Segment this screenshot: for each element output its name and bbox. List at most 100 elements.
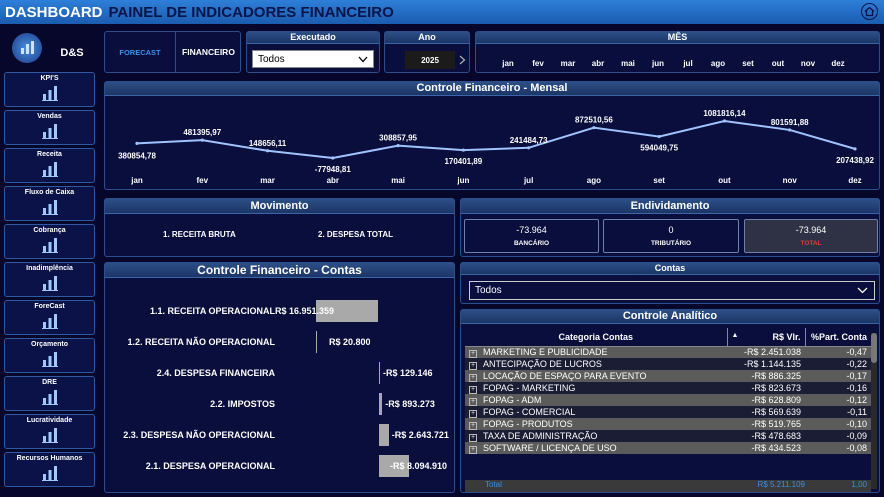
data-point[interactable]: [527, 146, 531, 150]
contas-chart-title: Controle Financeiro - Contas: [105, 263, 454, 278]
table-row[interactable]: + LOCAÇÃO DE ESPAÇO PARA EVENTO -R$ 886.32…: [465, 370, 871, 382]
sidebar-item-7[interactable]: Orçamento: [4, 338, 95, 373]
contas-filter-title: Contas: [461, 263, 879, 275]
bar[interactable]: [379, 362, 380, 384]
dre-icon: [41, 390, 58, 405]
analitico-table-wrap: Categoria Contas ▲ R$ Vlr. %Part. Conta +…: [465, 328, 871, 454]
month-dez[interactable]: dez: [823, 59, 853, 68]
categoria-cell: + FOPAG - MARKETING: [465, 382, 727, 394]
data-point[interactable]: [461, 148, 465, 152]
part-cell: -0,17: [846, 371, 867, 381]
month-set[interactable]: set: [733, 59, 763, 68]
chevron-right-icon[interactable]: [459, 55, 466, 65]
movimento-despesa-total[interactable]: 2. DESPESA TOTAL: [318, 230, 393, 239]
scrollbar-thumb[interactable]: [871, 333, 877, 363]
month-mar[interactable]: mar: [553, 59, 583, 68]
sidebar-item-10[interactable]: Recursos Humanos: [4, 452, 95, 487]
table-row[interactable]: + FOPAG - ADM -R$ 628.809 -0,12: [465, 394, 871, 406]
sidebar-item-6[interactable]: ForeCast: [4, 300, 95, 335]
data-point[interactable]: [396, 144, 400, 148]
sidebar-item-2[interactable]: Receita: [4, 148, 95, 183]
expand-icon[interactable]: +: [469, 397, 477, 406]
data-point[interactable]: [592, 126, 596, 130]
month-jan[interactable]: jan: [493, 59, 523, 68]
month-out[interactable]: out: [763, 59, 793, 68]
table-row[interactable]: + TAXA DE ADMINISTRAÇÃO -R$ 478.683 -0,09: [465, 430, 871, 442]
table-row[interactable]: + ANTECIPAÇÃO DE LUCROS -R$ 1.144.135 -0,22: [465, 358, 871, 370]
sidebar-item-label: Inadimplência: [26, 265, 73, 272]
data-point[interactable]: [200, 138, 204, 142]
month-jun[interactable]: jun: [643, 59, 673, 68]
cash-flow-icon: [41, 200, 58, 215]
expand-icon[interactable]: +: [469, 433, 477, 442]
tab-forecast[interactable]: FORECAST: [105, 32, 175, 72]
home-icon[interactable]: [861, 3, 878, 20]
sidebar-item-1[interactable]: Vendas: [4, 110, 95, 145]
x-tick-label: ago: [587, 176, 601, 185]
month-jul[interactable]: jul: [673, 59, 703, 68]
month-ago[interactable]: ago: [703, 59, 733, 68]
table-row[interactable]: + MARKETING E PUBLICIDADE -R$ 2.451.038 -0,…: [465, 346, 871, 358]
sidebar-item-3[interactable]: Fluxo de Caixa: [4, 186, 95, 221]
total-label-cell: Total: [485, 480, 502, 489]
bar-category-label: 1.2. RECEITA NÃO OPERACIONAL: [127, 337, 275, 347]
sidebar-item-5[interactable]: Inadimplência: [4, 262, 95, 297]
part-cell: -0,22: [846, 359, 867, 369]
data-point[interactable]: [788, 128, 792, 132]
table-row[interactable]: + FOPAG - PRODUTOS -R$ 519.765 -0,10: [465, 418, 871, 430]
bar[interactable]: [379, 424, 389, 446]
tab-financeiro[interactable]: FINANCEIRO: [175, 32, 241, 72]
sidebar-item-label: KPI'S: [40, 75, 59, 82]
col-valor[interactable]: ▲ R$ Vlr.: [726, 328, 805, 346]
expand-icon[interactable]: +: [469, 349, 477, 358]
data-point[interactable]: [135, 141, 139, 145]
contas-bar-chart: 1.1. RECEITA OPERACIONAL R$ 16.951.359 1.2…: [105, 300, 455, 490]
expand-icon[interactable]: +: [469, 445, 477, 454]
categoria-cell: + FOPAG - PRODUTOS: [465, 418, 727, 430]
part-cell: -0,16: [846, 383, 867, 393]
table-row[interactable]: + SOFTWARE / LICENÇA DE USO -R$ 434.523 -0,…: [465, 442, 871, 454]
col-part[interactable]: %Part. Conta: [804, 328, 871, 346]
data-point[interactable]: [331, 156, 335, 160]
categoria-cell: + FOPAG - ADM: [465, 394, 727, 406]
bar[interactable]: [379, 393, 383, 415]
bar[interactable]: [316, 331, 317, 353]
budget-icon: [41, 352, 58, 367]
data-point[interactable]: [265, 149, 270, 153]
month-mai[interactable]: mai: [613, 59, 643, 68]
expand-icon[interactable]: +: [469, 361, 477, 370]
analitico-scrollbar[interactable]: [871, 333, 877, 489]
expand-icon[interactable]: +: [469, 373, 477, 382]
part-cell: -0,10: [846, 419, 867, 429]
expand-icon[interactable]: +: [469, 421, 477, 430]
table-row[interactable]: + FOPAG - MARKETING -R$ 823.673 -0,16: [465, 382, 871, 394]
categoria-cell: + MARKETING E PUBLICIDADE: [465, 346, 727, 358]
data-point[interactable]: [657, 134, 661, 139]
bar-value-label: R$ 20.800: [329, 337, 371, 347]
bancario-value: -73.964: [516, 225, 547, 235]
col-categoria[interactable]: Categoria Contas: [465, 328, 727, 346]
categoria-text: SOFTWARE / LICENÇA DE USO: [483, 442, 617, 453]
contas-dropdown[interactable]: Todos: [469, 281, 875, 300]
forecast-icon: [41, 314, 58, 329]
sidebar-item-9[interactable]: Lucratividade: [4, 414, 95, 449]
executado-value: Todos: [258, 53, 285, 65]
sidebar-item-8[interactable]: DRE: [4, 376, 95, 411]
data-label: 148656,11: [249, 139, 287, 148]
data-point[interactable]: [853, 147, 857, 151]
bar-category-label: 2.4. DESPESA FINANCEIRA: [156, 368, 275, 378]
valor-cell: -R$ 478.683: [751, 431, 801, 441]
month-fev[interactable]: fev: [523, 59, 553, 68]
executado-dropdown[interactable]: Todos: [252, 50, 374, 68]
sidebar-item-0[interactable]: KPI'S: [4, 72, 95, 107]
table-row[interactable]: + FOPAG - COMERCIAL -R$ 569.639 -0,11: [465, 406, 871, 418]
month-nov[interactable]: nov: [793, 59, 823, 68]
month-abr[interactable]: abr: [583, 59, 613, 68]
expand-icon[interactable]: +: [469, 385, 477, 394]
total-value: -73.964: [795, 225, 827, 235]
ano-value[interactable]: 2025: [405, 51, 455, 69]
expand-icon[interactable]: +: [469, 409, 477, 418]
data-point[interactable]: [722, 119, 727, 123]
movimento-receita-bruta[interactable]: 1. RECEITA BRUTA: [163, 230, 236, 239]
sidebar-item-4[interactable]: Cobrança: [4, 224, 95, 259]
